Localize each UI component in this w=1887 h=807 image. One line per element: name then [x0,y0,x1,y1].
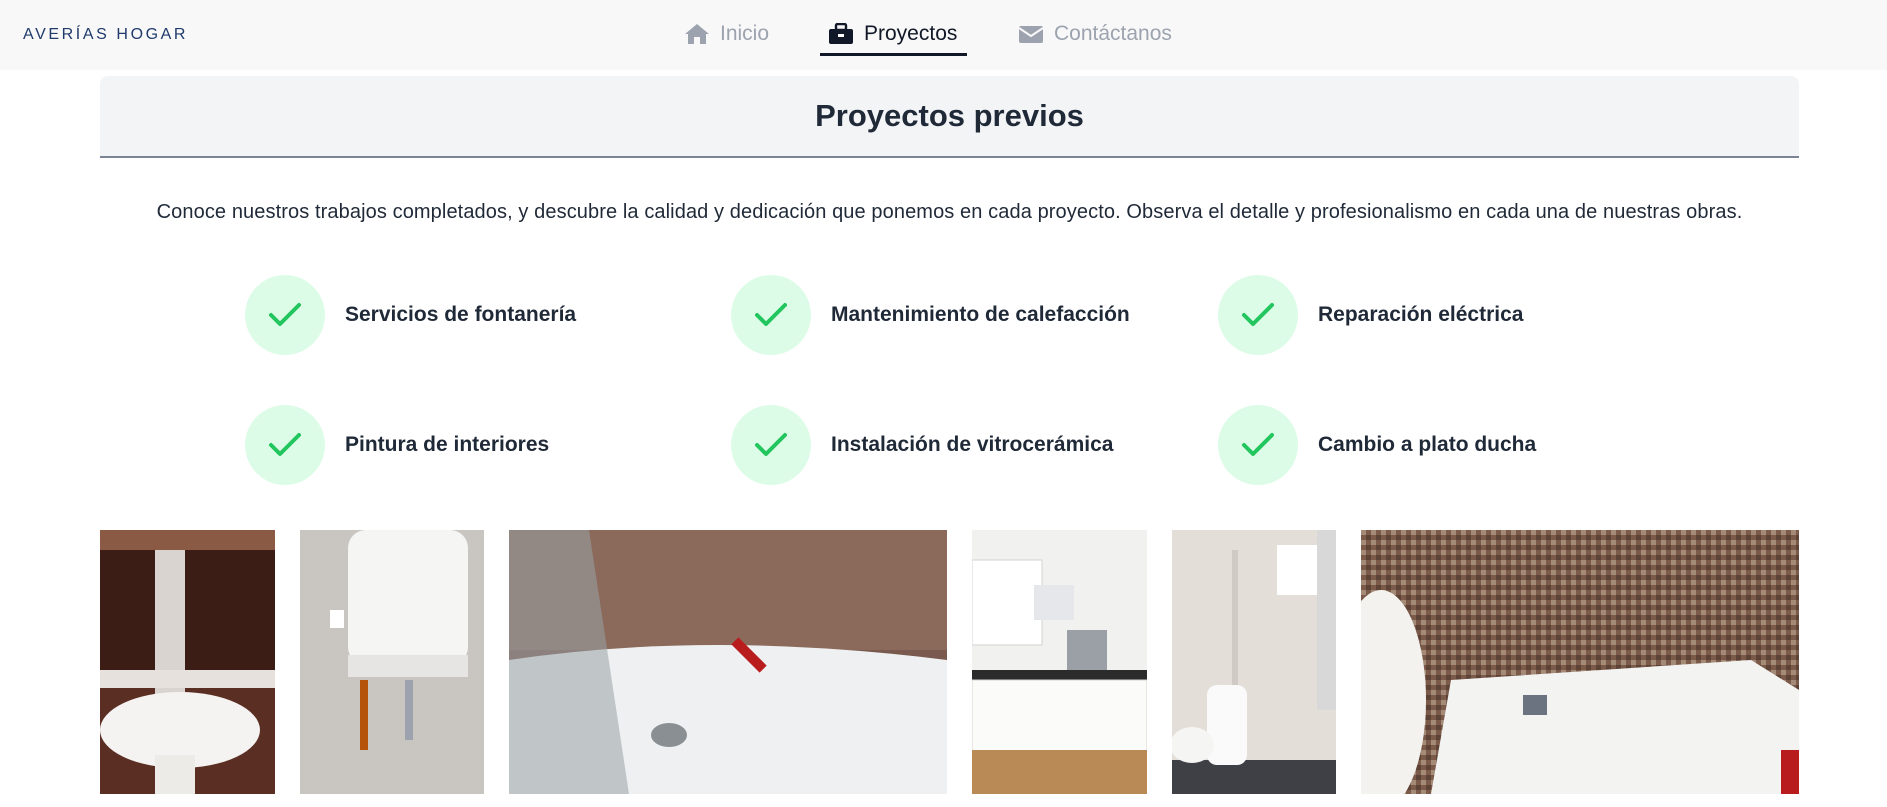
shower-tray-photo[interactable] [1361,530,1799,794]
check-circle [245,405,325,485]
check-icon [1242,303,1274,326]
check-circle [1218,275,1298,355]
envelope-icon [1018,26,1044,43]
briefcase-icon [829,23,853,44]
feature-label: Servicios de fontanería [345,303,577,326]
check-icon [1242,433,1274,456]
water-heater-photo[interactable] [300,530,484,794]
bathroom-toilet-shower-photo[interactable] [1172,530,1336,794]
nav-link-inicio[interactable]: Inicio [684,14,769,54]
active-underline [820,53,968,56]
check-circle [1218,405,1298,485]
feature-label: Pintura de interiores [345,433,550,456]
check-icon [269,303,301,326]
feature-item: Cambio a plato ducha [1218,404,1536,486]
feature-item: Instalación de vitrocerámica [731,404,1113,486]
nav-link-label: Proyectos [864,22,958,45]
kitchen-photo[interactable] [972,530,1147,794]
check-icon [755,303,787,326]
page-title: Proyectos previos [815,98,1084,133]
bathroom-sink-photo[interactable] [100,530,275,794]
check-circle [731,275,811,355]
feature-item: Mantenimiento de calefacción [731,274,1130,356]
section-header: Proyectos previos [100,76,1799,158]
feature-item: Pintura de interiores [245,404,549,486]
check-circle [245,275,325,355]
check-circle [731,405,811,485]
feature-item: Servicios de fontanería [245,274,576,356]
feature-label: Cambio a plato ducha [1318,433,1537,456]
feature-label: Instalación de vitrocerámica [831,433,1114,456]
feature-label: Reparación eléctrica [1318,303,1524,326]
nav-links: Inicio Proyectos Contáctanos [0,0,1887,70]
intro-text: Conoce nuestros trabajos completados, y … [156,201,1743,223]
check-icon [755,433,787,456]
home-icon [685,24,709,44]
feature-item: Reparación eléctrica [1218,274,1523,356]
bathtub-photo[interactable] [509,530,947,794]
feature-label: Mantenimiento de calefacción [831,303,1130,326]
navbar: AVERÍAS HOGAR Inicio Proyectos Contáctan… [0,0,1887,70]
nav-link-label: Contáctanos [1054,22,1172,45]
nav-link-label: Inicio [720,22,770,45]
nav-link-proyectos[interactable]: Proyectos [820,14,968,56]
nav-link-contactanos[interactable]: Contáctanos [1018,14,1172,54]
check-icon [269,433,301,456]
